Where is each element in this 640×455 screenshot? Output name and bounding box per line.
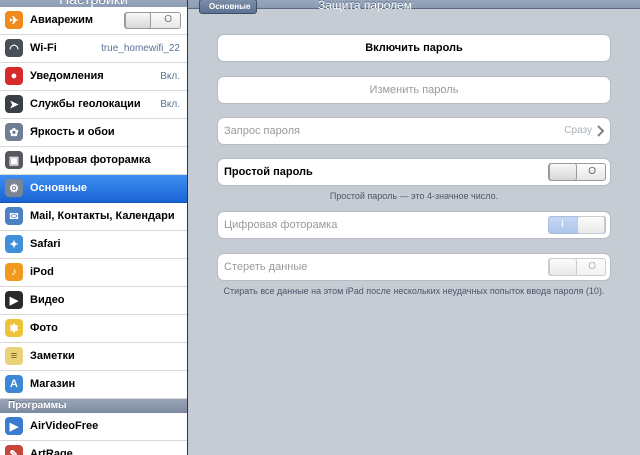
artrage-icon: ✎ (5, 445, 23, 455)
require-password-value: Сразу (564, 125, 592, 136)
wifi-network-name: true_homewifi_22 (101, 43, 180, 54)
sidebar-item-label: AirVideoFree (30, 420, 99, 432)
sidebar-item-label: Mail, Контакты, Календари (30, 210, 175, 222)
toggle-state-label: O (588, 261, 596, 272)
settings-list: ✈ Авиарежим O ◠ Wi-Fi true_homewifi_22 ●… (0, 7, 187, 455)
page-title: Защита паролем (318, 0, 413, 12)
sidebar-item-airvideofree[interactable]: ▶ AirVideoFree (0, 413, 187, 441)
toggle-knob (125, 12, 151, 29)
toggle-knob (549, 258, 577, 276)
picture-frame-row: Цифровая фоторамка I (217, 211, 611, 239)
sidebar-item-label: Основные (30, 182, 87, 194)
sidebar-item-notifications[interactable]: ● Уведомления Вкл. (0, 63, 187, 91)
sidebar-item-label: Службы геолокации (30, 98, 141, 110)
picture-frame-label: Цифровая фоторамка (224, 219, 338, 231)
sidebar-item-ipod[interactable]: ♪ iPod (0, 259, 187, 287)
notes-icon: ≡ (5, 347, 23, 365)
erase-data-row: Стереть данные O (217, 253, 611, 281)
ipod-icon: ♪ (5, 263, 23, 281)
sidebar-item-artrage[interactable]: ✎ ArtRage (0, 441, 187, 455)
sidebar-item-label: Цифровая фоторамка (30, 154, 151, 166)
picture-frame-toggle[interactable]: I (548, 216, 606, 234)
toggle-knob (549, 163, 577, 181)
simple-password-label: Простой пароль (224, 166, 313, 178)
simple-password-note: Простой пароль — это 4-значное число. (329, 191, 499, 201)
airvideo-icon: ▶ (5, 417, 23, 435)
require-password-row[interactable]: Запрос пароля Сразу (217, 117, 611, 145)
sidebar-item-label: Уведомления (30, 70, 104, 82)
location-status: Вкл. (160, 99, 180, 110)
notifications-status: Вкл. (160, 71, 180, 82)
apps-section-header: Программы (0, 399, 187, 413)
sidebar-item-label: Авиарежим (30, 14, 93, 26)
sidebar-item-photos[interactable]: ✽ Фото (0, 315, 187, 343)
safari-icon: ✦ (5, 235, 23, 253)
back-button[interactable]: Основные (199, 0, 258, 14)
sidebar-item-wifi[interactable]: ◠ Wi-Fi true_homewifi_22 (0, 35, 187, 63)
toggle-knob (577, 216, 605, 234)
video-icon: ▶ (5, 291, 23, 309)
sidebar-item-label: Видео (30, 294, 65, 306)
simple-password-row: Простой пароль O (217, 158, 611, 186)
notifications-icon: ● (5, 67, 23, 85)
sidebar-item-label: ArtRage (30, 448, 73, 455)
sidebar-item-store[interactable]: A Магазин (0, 371, 187, 399)
settings-sidebar: Настройки ✈ Авиарежим O ◠ Wi-Fi true_hom… (0, 0, 188, 455)
sidebar-item-label: Safari (30, 238, 61, 250)
airplane-icon: ✈ (5, 11, 23, 29)
picture-frame-icon: ▣ (5, 151, 23, 169)
toggle-state-label: I (561, 219, 564, 230)
photos-icon: ✽ (5, 319, 23, 337)
enable-password-button[interactable]: Включить пароль (217, 34, 611, 62)
location-icon: ➤ (5, 95, 23, 113)
toggle-state-label: O (164, 14, 172, 25)
brightness-icon: ✿ (5, 123, 23, 141)
sidebar-item-location-services[interactable]: ➤ Службы геолокации Вкл. (0, 91, 187, 119)
navigation-bar: Основные Защита паролем (188, 0, 640, 14)
sidebar-item-airplane-mode[interactable]: ✈ Авиарежим O (0, 7, 187, 35)
sidebar-item-mail-contacts-calendars[interactable]: ✉ Mail, Контакты, Календари (0, 203, 187, 231)
require-password-label: Запрос пароля (224, 125, 300, 137)
wifi-icon: ◠ (5, 39, 23, 57)
sidebar-item-notes[interactable]: ≡ Заметки (0, 343, 187, 371)
sidebar-item-label: Заметки (30, 350, 75, 362)
gear-icon: ⚙ (5, 179, 23, 197)
sidebar-item-picture-frame[interactable]: ▣ Цифровая фоторамка (0, 147, 187, 175)
sidebar-item-label: iPod (30, 266, 54, 278)
sidebar-item-general[interactable]: ⚙ Основные (0, 175, 187, 203)
change-password-button[interactable]: Изменить пароль (217, 76, 611, 104)
sidebar-item-label: Фото (30, 322, 58, 334)
store-icon: A (5, 375, 23, 393)
sidebar-item-video[interactable]: ▶ Видео (0, 287, 187, 315)
sidebar-item-label: Wi-Fi (30, 42, 57, 54)
toggle-state-label: O (588, 166, 596, 177)
erase-data-label: Стереть данные (224, 261, 308, 273)
sidebar-item-label: Магазин (30, 378, 76, 390)
erase-data-toggle[interactable]: O (548, 258, 606, 276)
passcode-lock-panel: Основные Защита паролем Включить пароль … (188, 0, 640, 455)
sidebar-item-safari[interactable]: ✦ Safari (0, 231, 187, 259)
simple-password-toggle[interactable]: O (548, 163, 606, 181)
chevron-right-icon (597, 125, 604, 137)
sidebar-item-brightness-wallpaper[interactable]: ✿ Яркость и обои (0, 119, 187, 147)
erase-data-note: Стирать все данные на этом iPad после не… (223, 286, 605, 296)
airplane-mode-toggle[interactable]: O (124, 12, 181, 29)
sidebar-item-label: Яркость и обои (30, 126, 115, 138)
mail-icon: ✉ (5, 207, 23, 225)
